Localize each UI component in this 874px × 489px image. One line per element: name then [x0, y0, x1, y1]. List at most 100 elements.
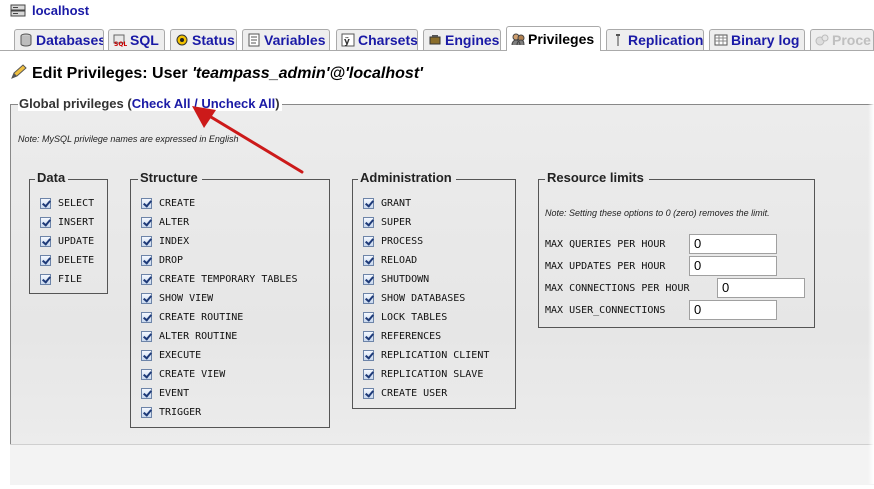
max-user-connections-input[interactable]: 0 [689, 300, 777, 320]
privilege-label: CREATE TEMPORARY TABLES [159, 273, 298, 285]
max-queries-label: MAX QUERIES PER HOUR [545, 238, 666, 250]
privilege-label: REPLICATION SLAVE [381, 368, 484, 380]
privilege-checkbox[interactable] [141, 406, 152, 418]
privilege-checkbox[interactable] [363, 216, 374, 228]
tab-label: Proce [832, 32, 871, 48]
privilege-checkbox[interactable] [363, 349, 374, 361]
privilege-checkbox[interactable] [141, 254, 152, 266]
privileges-icon [511, 33, 525, 46]
tab-sql[interactable]: SQL SQL [108, 29, 165, 50]
tab-status[interactable]: Status [170, 29, 237, 50]
privilege-checkbox[interactable] [363, 330, 374, 342]
tab-label: Privileges [528, 31, 595, 47]
privilege-row: CREATE TEMPORARY TABLES [141, 271, 297, 287]
privilege-checkbox[interactable] [141, 216, 152, 228]
tab-privileges[interactable]: Privileges [506, 26, 601, 51]
panel-edge-fade [868, 104, 874, 484]
privilege-row: INSERT [40, 214, 94, 230]
server-link[interactable]: localhost [32, 3, 89, 18]
privilege-label: ALTER [159, 216, 190, 228]
privilege-label: CREATE ROUTINE [159, 311, 244, 323]
privilege-checkbox[interactable] [40, 197, 51, 209]
privilege-checkbox[interactable] [141, 235, 152, 247]
panel-footer-band [10, 444, 874, 485]
tab-label: Replication [628, 32, 704, 48]
tab-processes[interactable]: Proce [810, 29, 874, 50]
privilege-checkbox[interactable] [363, 235, 374, 247]
privilege-checkbox[interactable] [363, 387, 374, 399]
privilege-checkbox[interactable] [40, 235, 51, 247]
privilege-row: ALTER ROUTINE [141, 328, 237, 344]
privilege-checkbox[interactable] [141, 330, 152, 342]
privilege-checkbox[interactable] [363, 292, 374, 304]
privilege-label: GRANT [381, 197, 412, 209]
privilege-checkbox[interactable] [40, 254, 51, 266]
privilege-checkbox[interactable] [363, 197, 374, 209]
privilege-checkbox[interactable] [141, 368, 152, 380]
privilege-row: SELECT [40, 195, 94, 211]
charsets-icon: ÿ [341, 33, 355, 47]
administration-group-legend: Administration [358, 170, 454, 185]
privilege-checkbox[interactable] [363, 254, 374, 266]
privilege-label: CREATE VIEW [159, 368, 226, 380]
tab-engines[interactable]: Engines [423, 29, 501, 50]
privilege-label: RELOAD [381, 254, 418, 266]
max-connections-input[interactable]: 0 [717, 278, 805, 298]
privilege-checkbox[interactable] [141, 292, 152, 304]
privilege-label: TRIGGER [159, 406, 202, 418]
privilege-row: RELOAD [363, 252, 417, 268]
tab-variables[interactable]: Variables [242, 29, 330, 50]
tab-label: Charsets [358, 32, 418, 48]
engines-icon [429, 35, 441, 45]
privilege-label: EXECUTE [159, 349, 202, 361]
max-queries-input[interactable]: 0 [689, 234, 777, 254]
privilege-label: SELECT [58, 197, 95, 209]
privilege-row: CREATE VIEW [141, 366, 225, 382]
privilege-label: INDEX [159, 235, 190, 247]
privilege-checkbox[interactable] [40, 216, 51, 228]
page-title-user: 'teampass_admin'@'localhost' [192, 65, 423, 82]
privilege-row: GRANT [363, 195, 411, 211]
privilege-row: SHOW DATABASES [363, 290, 465, 306]
privilege-label: SHUTDOWN [381, 273, 430, 285]
privilege-row: PROCESS [363, 233, 423, 249]
privilege-checkbox[interactable] [141, 311, 152, 323]
tab-replication[interactable]: Replication [606, 29, 704, 50]
privilege-checkbox[interactable] [141, 197, 152, 209]
max-updates-input[interactable]: 0 [689, 256, 777, 276]
svg-text:SQL: SQL [114, 41, 127, 47]
tab-binary-log[interactable]: Binary log [709, 29, 805, 50]
privilege-row: DELETE [40, 252, 94, 268]
privilege-label: UPDATE [58, 235, 95, 247]
privilege-checkbox[interactable] [363, 368, 374, 380]
tab-label: Variables [264, 32, 326, 48]
privilege-checkbox[interactable] [363, 311, 374, 323]
tab-label: SQL [130, 32, 159, 48]
max-updates-label: MAX UPDATES PER HOUR [545, 260, 666, 272]
privilege-label: SHOW VIEW [159, 292, 214, 304]
privilege-label: PROCESS [381, 235, 424, 247]
max-connections-label: MAX CONNECTIONS PER HOUR [545, 282, 690, 294]
limit-label: MAX CONNECTIONS PER HOUR [545, 278, 690, 298]
privilege-label: CREATE USER [381, 387, 448, 399]
group-border [131, 179, 138, 180]
privilege-label: ALTER ROUTINE [159, 330, 238, 342]
privilege-row: ALTER [141, 214, 189, 230]
privilege-checkbox[interactable] [141, 273, 152, 285]
privilege-checkbox[interactable] [363, 273, 374, 285]
tab-charsets[interactable]: ÿ Charsets [336, 29, 418, 50]
privilege-checkbox[interactable] [40, 273, 51, 285]
privilege-checkbox[interactable] [141, 349, 152, 361]
limit-label: MAX UPDATES PER HOUR [545, 256, 665, 276]
privilege-checkbox[interactable] [141, 387, 152, 399]
privilege-label: DELETE [58, 254, 95, 266]
privilege-label: REPLICATION CLIENT [381, 349, 490, 361]
global-privileges-label: Global privileges ( [19, 96, 132, 111]
privilege-label: INSERT [58, 216, 95, 228]
privilege-row: CREATE [141, 195, 195, 211]
arrow-shaft [204, 112, 304, 174]
status-icon [176, 34, 188, 46]
privilege-label: LOCK TABLES [381, 311, 448, 323]
resource-limits-legend: Resource limits [545, 170, 646, 185]
tab-databases[interactable]: Databases [14, 29, 104, 50]
